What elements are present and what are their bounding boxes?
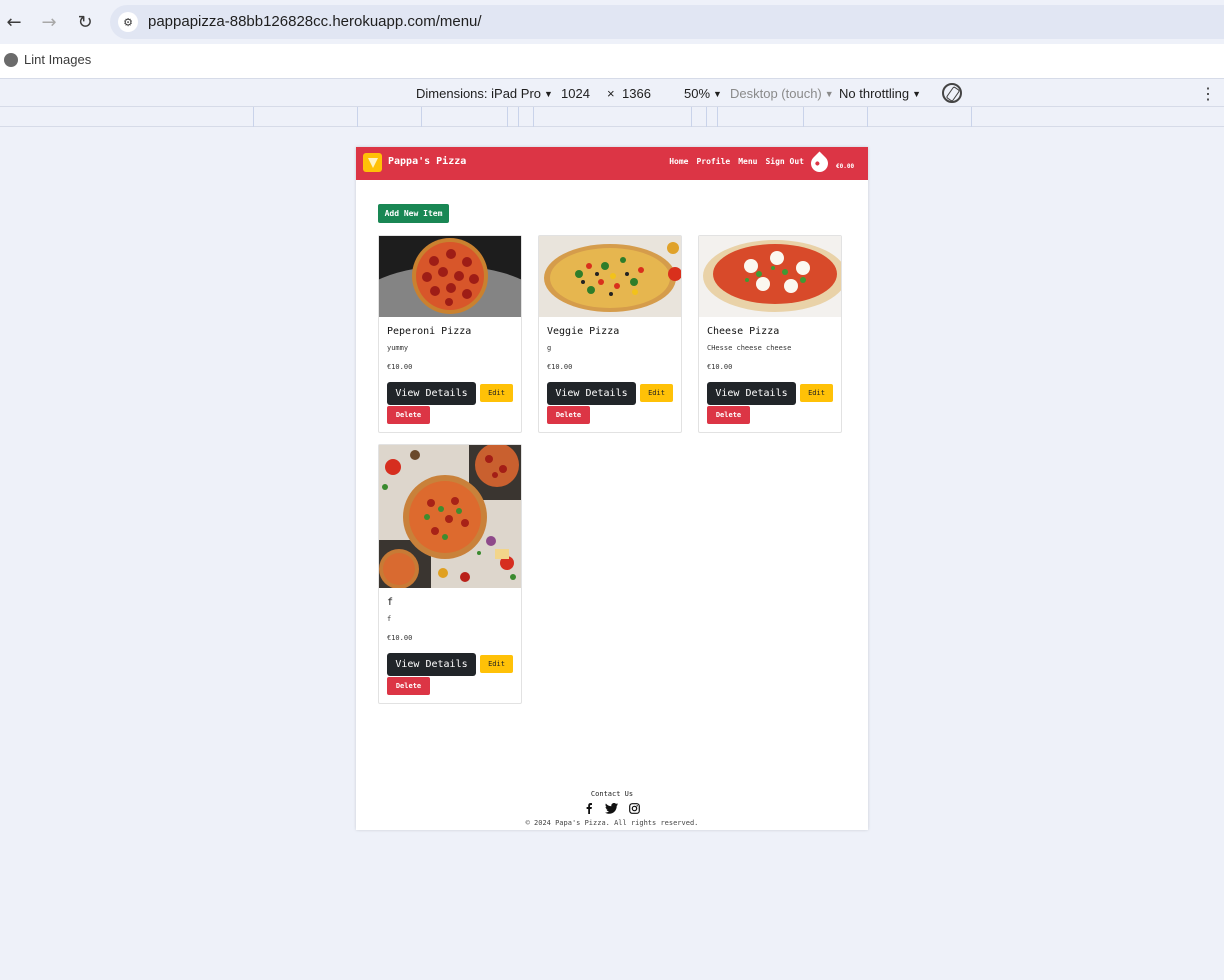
reload-icon: ↻	[77, 11, 93, 33]
item-description: g	[547, 344, 552, 352]
pizza-spread-image	[379, 445, 521, 588]
delete-button[interactable]: Delete	[547, 406, 590, 424]
view-details-button[interactable]: View Details	[387, 653, 476, 676]
nav-sign-out[interactable]: Sign Out	[765, 157, 804, 166]
device-viewport: Pappa's Pizza Home Profile Menu Sign Out…	[356, 147, 868, 830]
item-price: €10.00	[387, 363, 413, 371]
item-description: f	[387, 615, 392, 623]
delete-button[interactable]: Delete	[387, 406, 430, 424]
back-button[interactable]: ←	[2, 10, 26, 34]
address-bar[interactable]: ⚙ pappapizza-88bb126828cc.herokuapp.com/…	[110, 5, 1224, 39]
media-query-bar	[0, 107, 1224, 127]
nav-home[interactable]: Home	[669, 157, 688, 166]
delete-button[interactable]: Delete	[387, 677, 430, 695]
item-name: f	[387, 597, 394, 608]
social-icons	[356, 803, 868, 817]
media-query-marker[interactable]	[357, 107, 358, 127]
height-input[interactable]: 1366	[622, 86, 651, 101]
add-new-item-button[interactable]: Add New Item	[378, 204, 449, 223]
pizza-logo-icon[interactable]	[363, 153, 382, 172]
caret-down-icon: ▼	[824, 89, 834, 99]
bookmark-lint-images[interactable]: Lint Images	[4, 52, 91, 67]
browser-toolbar: ← → ↻ ⚙ pappapizza-88bb126828cc.herokuap…	[0, 0, 1224, 44]
veggie-pizza-image	[539, 236, 681, 317]
brand-name[interactable]: Pappa's Pizza	[388, 156, 466, 167]
contact-us-link[interactable]: Contact Us	[356, 790, 868, 798]
edit-button[interactable]: Edit	[640, 384, 673, 402]
nav-links: Home Profile Menu Sign Out	[669, 157, 804, 166]
times-icon: ×	[607, 86, 615, 101]
item-name: Peperoni Pizza	[387, 326, 472, 337]
media-query-marker[interactable]	[867, 107, 868, 127]
device-type-label: Desktop (touch)	[730, 86, 822, 101]
view-details-button[interactable]: View Details	[387, 382, 476, 405]
menu-item-card: Cheese Pizza CHesse cheese cheese €10.00…	[698, 235, 842, 433]
cheese-pizza-image	[699, 236, 841, 317]
media-query-marker[interactable]	[533, 107, 534, 127]
item-name: Veggie Pizza	[547, 326, 620, 337]
bookmark-label: Lint Images	[24, 52, 92, 67]
edit-button[interactable]: Edit	[800, 384, 833, 402]
media-query-marker[interactable]	[421, 107, 422, 127]
instagram-icon[interactable]	[628, 803, 640, 817]
zoom-select[interactable]: 50% ▼	[684, 86, 722, 101]
media-query-marker[interactable]	[706, 107, 707, 127]
edit-button[interactable]: Edit	[480, 384, 513, 402]
facebook-icon[interactable]	[584, 803, 594, 817]
twitter-icon[interactable]	[605, 803, 618, 817]
media-query-marker[interactable]	[717, 107, 718, 127]
device-toolbar: Dimensions: iPad Pro ▼ 1024 × 1366 50% ▼ D…	[0, 80, 1224, 107]
edit-button[interactable]: Edit	[480, 655, 513, 673]
throttling-select[interactable]: No throttling ▼	[839, 86, 921, 101]
device-type-select[interactable]: Desktop (touch) ▼	[730, 86, 834, 101]
bookmarks-bar: Lint Images	[0, 44, 1224, 79]
menu-item-card: Veggie Pizza g €10.00 View Details Edit …	[538, 235, 682, 433]
site-info-icon[interactable]: ⚙	[118, 12, 138, 32]
pizza-cart-icon[interactable]	[807, 151, 832, 176]
caret-down-icon: ▼	[713, 89, 722, 99]
pepperoni-pizza-image	[379, 236, 521, 317]
rotate-icon[interactable]	[942, 83, 962, 103]
nav-menu[interactable]: Menu	[738, 157, 757, 166]
media-query-marker[interactable]	[971, 107, 972, 127]
item-name: Cheese Pizza	[707, 326, 780, 337]
width-input[interactable]: 1024	[561, 86, 590, 101]
cart-total: €0.00	[836, 163, 855, 170]
throttling-label: No throttling	[839, 86, 910, 101]
forward-button[interactable]: →	[37, 10, 61, 34]
view-details-button[interactable]: View Details	[707, 382, 796, 405]
item-price: €10.00	[387, 634, 413, 642]
media-query-marker[interactable]	[253, 107, 254, 127]
item-price: €10.00	[707, 363, 733, 371]
menu-item-card: f f €10.00 View Details Edit Delete	[378, 444, 522, 704]
view-details-button[interactable]: View Details	[547, 382, 636, 405]
nav-profile[interactable]: Profile	[696, 157, 730, 166]
back-arrow-icon: ←	[6, 11, 22, 33]
item-price: €10.00	[547, 363, 573, 371]
item-description: yummy	[387, 344, 409, 352]
media-query-marker[interactable]	[691, 107, 692, 127]
forward-arrow-icon: →	[41, 11, 57, 33]
media-query-marker[interactable]	[507, 107, 508, 127]
media-query-marker[interactable]	[803, 107, 804, 127]
caret-down-icon: ▼	[912, 89, 922, 99]
globe-icon	[4, 52, 18, 67]
caret-down-icon: ▼	[544, 89, 553, 99]
zoom-label: 50%	[684, 86, 711, 101]
dimensions-select[interactable]: Dimensions: iPad Pro ▼	[416, 86, 553, 101]
dimensions-label: Dimensions: iPad Pro	[416, 86, 541, 101]
delete-button[interactable]: Delete	[707, 406, 750, 424]
more-options-icon[interactable]: ⋮	[1200, 84, 1216, 104]
url-text[interactable]: pappapizza-88bb126828cc.herokuapp.com/me…	[148, 13, 482, 30]
site-navbar: Pappa's Pizza Home Profile Menu Sign Out…	[356, 147, 868, 180]
menu-item-card: Peperoni Pizza yummy €10.00 View Details…	[378, 235, 522, 433]
media-query-marker[interactable]	[518, 107, 519, 127]
reload-button[interactable]: ↻	[73, 10, 97, 34]
item-description: CHesse cheese cheese	[707, 344, 792, 352]
copyright-text: © 2024 Papa's Pizza. All rights reserved…	[525, 819, 699, 827]
